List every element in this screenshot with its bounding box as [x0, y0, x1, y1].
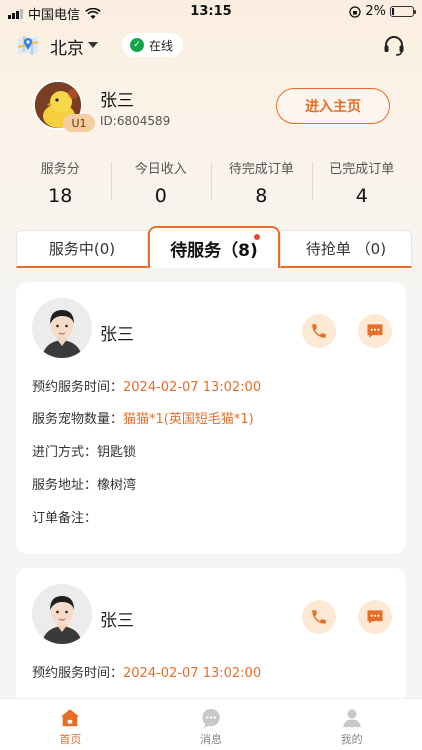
phone-icon: [312, 324, 326, 338]
call-button[interactable]: [302, 314, 336, 348]
stat-value: 4: [355, 185, 368, 207]
tab-label: 待服务（8): [170, 240, 258, 261]
appointment-time: 2024-02-07 13:02:00: [123, 666, 262, 681]
nav-label: 我的: [340, 733, 363, 746]
online-status-label: 在线: [149, 38, 174, 53]
row-label: 进门方式：: [32, 445, 98, 460]
order-note-row: 订单备注：: [32, 507, 97, 526]
top-header: 北京 ✓ 在线: [0, 30, 422, 60]
order-card[interactable]: 张三 预约服务时间：2024-02-07 13:02:00 服务宠物数量：猫猫*…: [16, 282, 406, 554]
user-id: ID:6804589: [100, 114, 171, 128]
entry-method: 钥匙锁: [97, 445, 137, 460]
chat-button[interactable]: [358, 314, 392, 348]
nav-profile[interactable]: 我的: [281, 699, 422, 750]
stat-value: 8: [255, 185, 268, 207]
nav-messages[interactable]: 消息: [141, 699, 282, 750]
nav-label: 消息: [200, 733, 222, 746]
phone-icon: [312, 610, 326, 624]
row-label: 订单备注：: [32, 511, 98, 526]
customer-name: 张三: [100, 325, 134, 345]
user-name: 张三: [100, 91, 134, 111]
user-icon: [342, 709, 361, 728]
row-label: 预约服务时间：: [32, 666, 124, 681]
chevron-down-icon[interactable]: [88, 42, 98, 48]
tab-grab-orders[interactable]: 待抢单 （0): [280, 230, 412, 268]
enter-homepage-button[interactable]: 进入主页: [276, 88, 390, 124]
battery-percent: 2%: [365, 4, 386, 19]
stat-completed-orders[interactable]: 已完成订单 4: [311, 158, 413, 210]
pet-count-row: 服务宠物数量：猫猫*1(英国短毛猫*1): [32, 408, 254, 427]
city-selector[interactable]: 北京: [50, 34, 84, 59]
status-bar: 中国电信 13:15 2%: [0, 0, 422, 24]
level-badge: U1: [63, 114, 95, 132]
stat-label: 待完成订单: [228, 162, 294, 177]
nav-label: 首页: [59, 733, 82, 746]
entry-method-row: 进门方式：钥匙锁: [32, 441, 136, 460]
stat-value: 18: [48, 185, 73, 207]
customer-avatar: [32, 298, 92, 358]
home-icon: [61, 709, 80, 727]
stat-service-score[interactable]: 服务分 18: [10, 158, 111, 210]
service-address: 橡树湾: [97, 478, 137, 493]
tab-pending-service[interactable]: 待服务（8): [148, 226, 280, 268]
pet-count: 猫猫*1(英国短毛猫*1): [123, 412, 254, 427]
stat-label: 已完成订单: [329, 162, 395, 177]
chat-button[interactable]: [358, 600, 392, 634]
customer-name: 张三: [100, 611, 134, 631]
stats-bar: 服务分 18 今日收入 0 待完成订单 8 已完成订单 4: [10, 158, 412, 210]
appointment-time-row: 预约服务时间：2024-02-07 13:02:00: [32, 376, 261, 395]
customer-avatar: [32, 584, 92, 644]
map-icon[interactable]: [16, 33, 40, 57]
online-status-toggle[interactable]: ✓ 在线: [122, 33, 184, 57]
message-icon: [202, 708, 220, 729]
orientation-lock-icon: [349, 5, 362, 18]
nav-home[interactable]: 首页: [0, 699, 141, 750]
battery-icon: [390, 6, 416, 17]
stat-today-income[interactable]: 今日收入 0: [110, 158, 212, 210]
row-label: 服务地址：: [32, 478, 98, 493]
stat-pending-orders[interactable]: 待完成订单 8: [211, 158, 312, 210]
address-row: 服务地址：橡树湾: [32, 474, 136, 493]
stat-label: 今日收入: [134, 162, 187, 177]
chat-icon: [367, 610, 383, 624]
call-button[interactable]: [302, 600, 336, 634]
check-icon: ✓: [130, 38, 144, 52]
chat-icon: [367, 324, 383, 338]
row-label: 预约服务时间：: [32, 380, 124, 395]
appointment-time-row: 预约服务时间：2024-02-07 13:02:00: [32, 662, 261, 681]
tab-in-service[interactable]: 服务中(0): [16, 230, 148, 268]
appointment-time: 2024-02-07 13:02:00: [123, 380, 262, 395]
order-tabs: 服务中(0) 待服务（8) 待抢单 （0): [16, 226, 412, 268]
headset-icon[interactable]: [382, 33, 406, 57]
notification-dot: [254, 234, 260, 240]
row-label: 服务宠物数量：: [32, 412, 124, 427]
stat-label: 服务分: [40, 162, 80, 177]
bottom-nav: 首页 消息 我的: [0, 698, 422, 750]
stat-value: 0: [154, 185, 167, 207]
